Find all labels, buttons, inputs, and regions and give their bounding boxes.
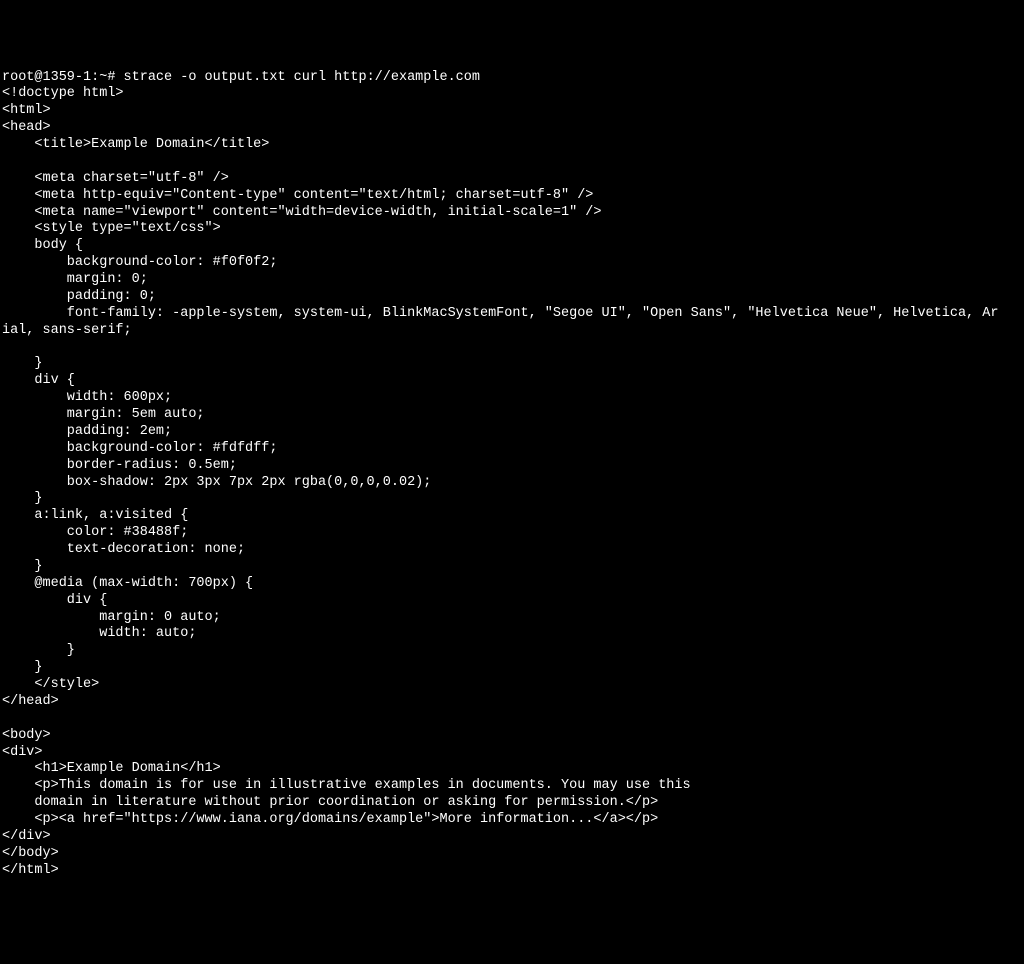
shell-prompt: root@1359-1:~#	[2, 70, 124, 87]
command-input[interactable]: strace -o output.txt curl http://example…	[124, 70, 480, 87]
terminal-output: <!doctype html> <html> <head> <title>Exa…	[2, 86, 1024, 879]
terminal-window[interactable]: root@1359-1:~# strace -o output.txt curl…	[2, 70, 1024, 880]
